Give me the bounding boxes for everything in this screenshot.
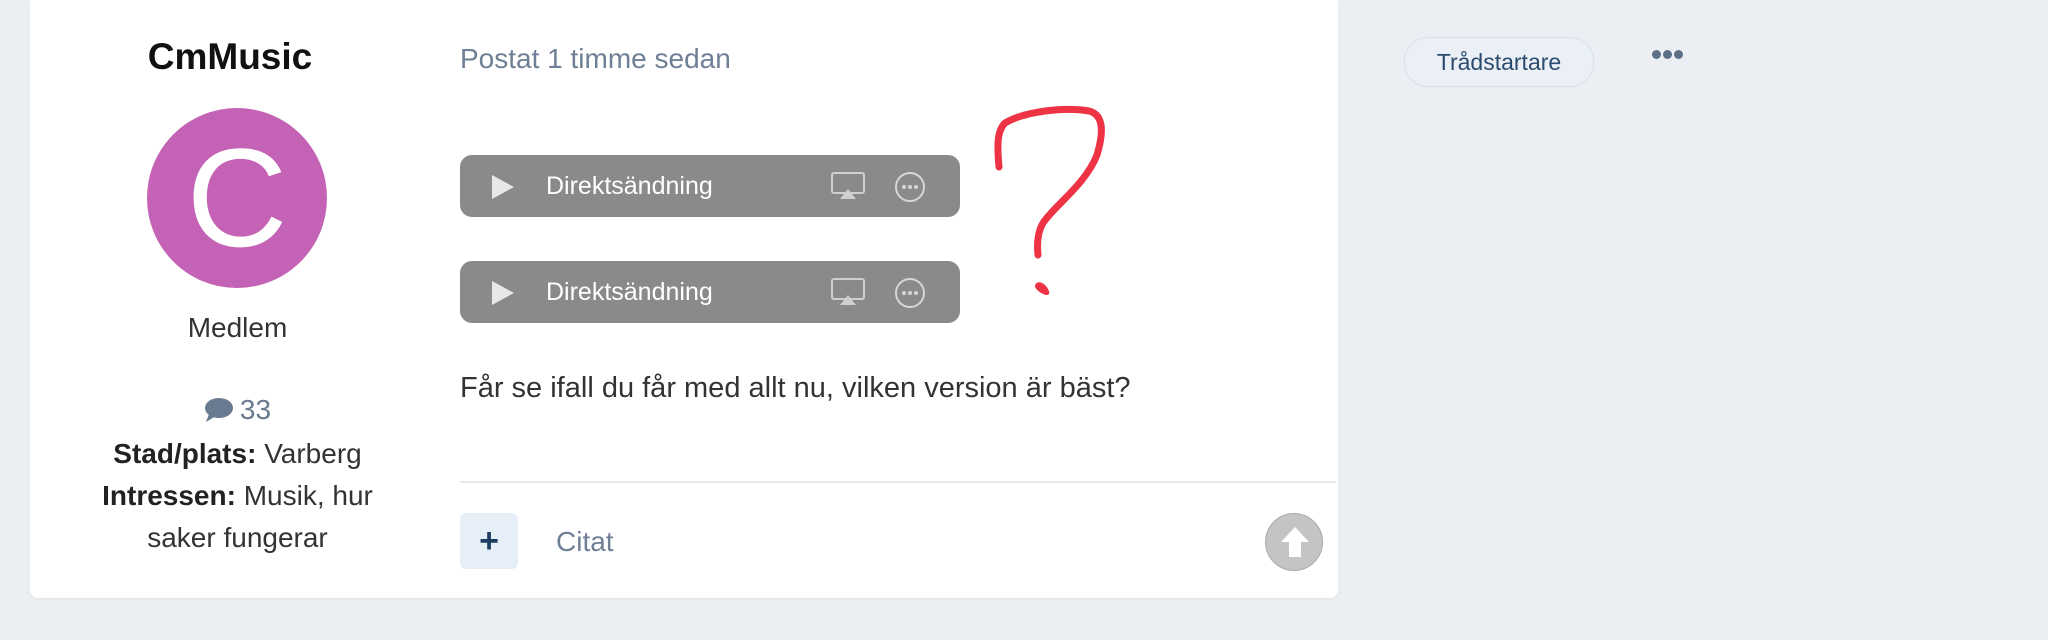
post-count: 33: [30, 394, 445, 426]
avatar[interactable]: C: [147, 108, 327, 288]
post-count-value: 33: [239, 394, 272, 425]
post-card: CmMusic C Medlem 33 Stad/plats: Varberg …: [30, 0, 1683, 598]
audio-label: Direktsändning: [546, 172, 713, 200]
post-body: Postat 1 timme sedan Trådstartare Direkt…: [430, 0, 1683, 598]
author-name[interactable]: CmMusic: [30, 36, 430, 78]
field-value: Varberg: [264, 438, 362, 469]
question-mark-annotation: [994, 106, 1105, 295]
audio-label: Direktsändning: [546, 278, 713, 306]
airplay-icon[interactable]: [830, 171, 866, 201]
audio-player[interactable]: Direktsändning: [460, 155, 960, 217]
divider: [460, 481, 1336, 483]
field-label: Stad/plats:: [113, 438, 257, 469]
comment-icon: [204, 398, 233, 422]
play-icon[interactable]: [490, 279, 516, 307]
profile-field-location: Stad/plats: Varberg: [90, 433, 385, 475]
arrow-up-icon[interactable]: [1265, 513, 1323, 571]
post-content: Får se ifall du får med allt nu, vilken …: [460, 372, 1131, 404]
more-options-icon[interactable]: [894, 171, 926, 203]
airplay-icon[interactable]: [830, 277, 866, 307]
play-icon[interactable]: [490, 173, 516, 201]
field-label: Intressen:: [102, 480, 236, 511]
thread-starter-badge: Trådstartare: [1404, 37, 1594, 87]
author-role: Medlem: [187, 312, 288, 343]
quote-button[interactable]: Citat: [556, 526, 614, 558]
author-panel: CmMusic C Medlem 33 Stad/plats: Varberg …: [30, 0, 445, 598]
plus-icon[interactable]: +: [460, 513, 518, 569]
ellipsis-icon[interactable]: [1652, 46, 1686, 64]
audio-player[interactable]: Direktsändning: [460, 261, 960, 323]
profile-field-interests: Intressen: Musik, hur saker fungerar: [90, 475, 385, 559]
more-options-icon[interactable]: [894, 277, 926, 309]
post-date[interactable]: Postat 1 timme sedan: [460, 43, 731, 75]
